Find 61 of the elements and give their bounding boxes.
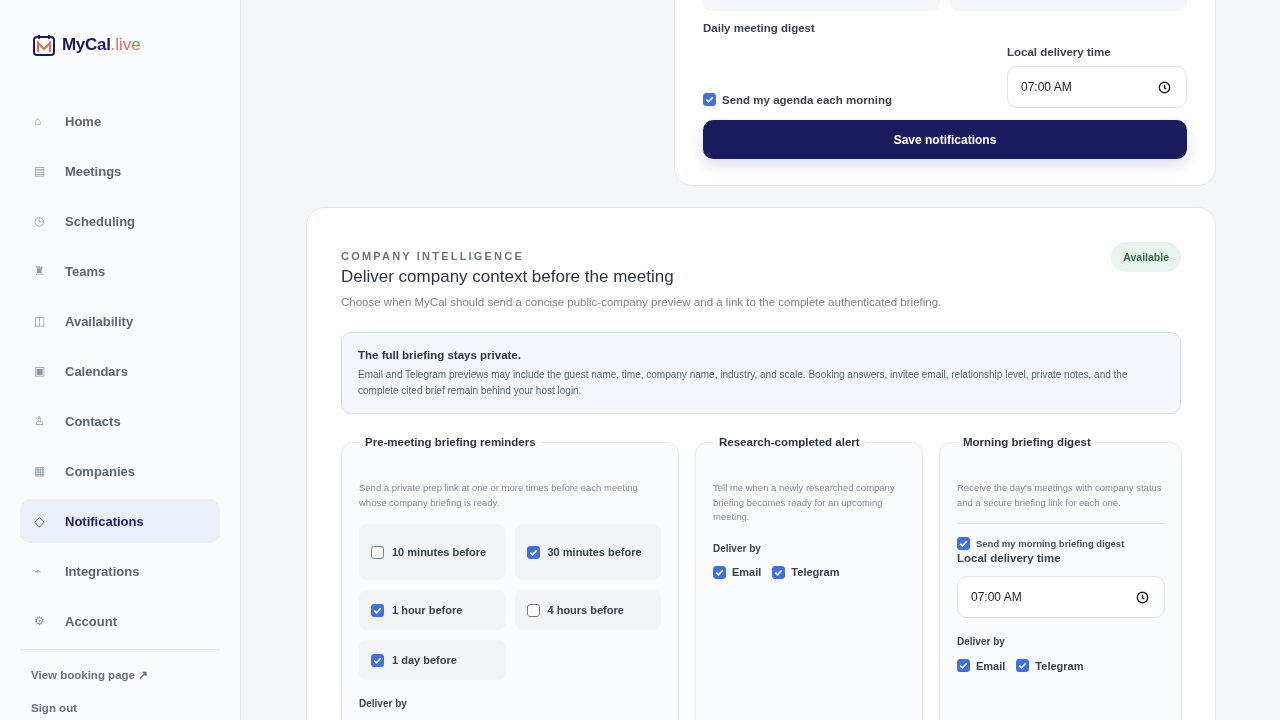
nav-item[interactable]: ⌂ Home bbox=[20, 99, 220, 143]
eyebrow: COMPANY INTELLIGENCE bbox=[341, 250, 525, 262]
save-button[interactable]: Save notifications bbox=[703, 120, 1187, 159]
clock-icon bbox=[1158, 80, 1171, 94]
reminder-option[interactable]: 30 minutes before bbox=[514, 524, 661, 580]
field-label: Deliver by bbox=[957, 636, 1006, 647]
checkbox[interactable] bbox=[526, 545, 540, 559]
notice-title: The full briefing stays private. bbox=[358, 349, 522, 361]
checkbox-label: Email bbox=[732, 566, 762, 578]
nav-item[interactable]: ⌁ Integrations bbox=[20, 549, 220, 593]
checkbox-label: Telegram bbox=[1035, 659, 1084, 672]
nav-item[interactable]: ▦ Companies bbox=[20, 449, 220, 493]
checkbox[interactable] bbox=[772, 565, 786, 579]
panel-description: Receive the day's meetings with company status and a secure briefing link for each one. bbox=[957, 481, 1163, 510]
checkbox[interactable] bbox=[1016, 659, 1030, 672]
section-heading: Daily meeting digest bbox=[703, 22, 816, 34]
panel-title: Morning briefing digest bbox=[962, 436, 1092, 448]
sidebar-link[interactable]: View booking page ↗ bbox=[31, 668, 149, 682]
card-title: Deliver company context before the meeting bbox=[341, 267, 675, 287]
checkbox[interactable] bbox=[371, 545, 384, 559]
nav-item[interactable]: ▤ Meetings bbox=[20, 149, 220, 193]
checkbox[interactable] bbox=[526, 603, 540, 617]
field-label: Local delivery time bbox=[1007, 46, 1112, 58]
nav-item[interactable]: ▣ Calendars bbox=[20, 349, 220, 393]
notice-text: Email and Telegram previews may include the guest name, time, company name, industry, and scale. Booking answers, invitee email, relationship level, private notes, and the complete cited brief remain behind your host login. bbox=[358, 368, 1129, 398]
nav-item[interactable]: ◷ Scheduling bbox=[20, 199, 220, 243]
checkbox[interactable] bbox=[713, 565, 726, 579]
nav-item[interactable]: ♜ Teams bbox=[20, 249, 220, 293]
checkbox-label: Send my morning briefing digest bbox=[976, 538, 1125, 549]
reminder-option[interactable]: 10 minutes before bbox=[359, 524, 506, 580]
clock-icon bbox=[1136, 590, 1149, 604]
checkbox-label: Email bbox=[976, 659, 1006, 672]
checkbox[interactable] bbox=[957, 659, 970, 672]
field-label: Deliver by bbox=[713, 542, 762, 554]
card-subtitle: Choose when MyCal should send a concise public-company preview and a link to the complete authenticated briefing. bbox=[341, 296, 942, 308]
time-field[interactable]: 07:00 AM bbox=[957, 576, 1165, 618]
calendar-logo-icon bbox=[32, 33, 56, 57]
nav-item[interactable]: ◫ Availability bbox=[20, 299, 220, 343]
nav-item[interactable]: ⚙ Account bbox=[20, 599, 220, 643]
checkbox-label: Telegram bbox=[791, 566, 840, 578]
logo-suffix: .live bbox=[110, 35, 141, 55]
nav-item[interactable]: ♙ Contacts bbox=[20, 399, 220, 443]
checkbox[interactable] bbox=[371, 603, 384, 617]
status-badge: Available bbox=[1111, 242, 1181, 272]
panel-title: Research-completed alert bbox=[718, 436, 861, 448]
nav-item[interactable]: ◇ Notifications bbox=[20, 499, 220, 543]
checkbox[interactable] bbox=[957, 537, 970, 550]
checkbox[interactable] bbox=[371, 653, 384, 667]
panel-description: Tell me when a newly researched company briefing becomes ready for an upcoming meeting. bbox=[713, 481, 896, 524]
checkbox[interactable] bbox=[703, 93, 716, 106]
time-field[interactable]: 07:00 AM bbox=[1007, 66, 1187, 108]
panel-title: Pre-meeting briefing reminders bbox=[364, 436, 537, 448]
sidebar-link[interactable]: Sign out bbox=[31, 702, 77, 714]
field-label: Deliver by bbox=[359, 698, 408, 709]
reminder-option[interactable]: 4 hours before bbox=[514, 590, 661, 630]
checkbox-label: Send my agenda each morning bbox=[722, 93, 892, 106]
reminder-option[interactable]: 1 hour before bbox=[359, 590, 506, 630]
logo-name: MyCal bbox=[62, 35, 111, 55]
panel-description: Send a private prep link at one or more times before each meeting whose company briefing is ready. bbox=[359, 481, 639, 510]
field-label: Local delivery time bbox=[957, 552, 1062, 564]
reminder-option[interactable]: 1 day before bbox=[359, 640, 506, 680]
